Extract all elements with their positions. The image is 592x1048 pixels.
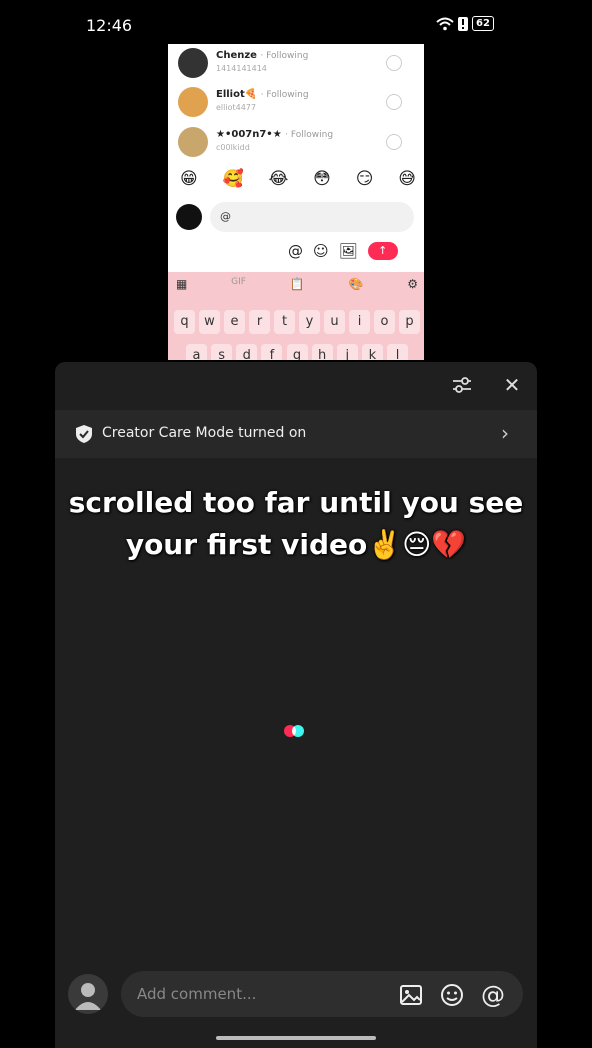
key: p <box>399 310 420 334</box>
list-item: ★•007n7•★ · Following c00lkidd <box>178 127 418 161</box>
chevron-right-icon: › <box>501 421 509 445</box>
image-icon: 🖼 <box>338 242 358 260</box>
emoji-item: 😳 <box>313 169 331 189</box>
creator-care-label: Creator Care Mode turned on <box>102 425 307 441</box>
clipboard-icon: 📋 <box>289 277 305 291</box>
creator-care-banner[interactable]: Creator Care Mode turned on › <box>55 410 537 458</box>
settings-icon: ⚙ <box>407 277 418 291</box>
emoji-item: 😂 <box>268 169 289 189</box>
key: g <box>286 344 308 360</box>
sheet-header: ✕ <box>55 362 537 410</box>
select-radio <box>386 55 402 71</box>
user-status: · Following <box>260 51 309 61</box>
avatar <box>178 127 208 157</box>
send-icon: ↑ <box>367 242 398 260</box>
list-item: Chenze · Following 1414141414 <box>178 48 418 82</box>
avatar <box>176 204 202 230</box>
comments-sheet: ✕ Creator Care Mode turned on › scrolled… <box>55 362 537 1048</box>
keyboard-row: q w e r t y u i o p <box>174 310 420 334</box>
apps-icon: ▦ <box>176 277 188 291</box>
caption-line: scrolled too far until you see <box>68 486 524 519</box>
key: q <box>174 310 195 334</box>
avatar <box>178 48 208 78</box>
user-status: · Following <box>285 130 334 140</box>
user-handle: elliot4477 <box>216 103 256 112</box>
input-toolbar: @ ☺ 🖼 ↑ <box>288 242 398 260</box>
list-item: Elliot🍕 · Following elliot4477 <box>178 87 418 121</box>
user-silhouette-icon <box>75 983 101 1010</box>
keyboard: ▦ GIF 📋 🎨 ⚙ q w e r t y u i o p a s d f … <box>168 272 424 360</box>
select-radio <box>386 134 402 150</box>
key: l <box>387 344 408 360</box>
key: a <box>186 344 207 360</box>
comment-input-icons: @ <box>399 982 505 1008</box>
status-time: 12:46 <box>86 16 133 35</box>
user-name: Elliot🍕 <box>216 89 258 100</box>
key: h <box>311 344 333 360</box>
message-input: @ <box>210 202 414 232</box>
message-input-row: @ <box>176 202 416 232</box>
key: f <box>261 344 283 360</box>
wifi-icon <box>436 17 454 30</box>
key: e <box>224 310 245 334</box>
keyboard-toolbar: ▦ GIF 📋 🎨 ⚙ <box>176 277 418 291</box>
key: t <box>274 310 295 334</box>
filter-icon[interactable] <box>451 374 473 396</box>
background-screenshot: Chenze · Following 1414141414 Elliot🍕 · … <box>168 44 424 360</box>
user-name: ★•007n7•★ <box>216 129 282 140</box>
keyboard-row: a s d f g h j k l <box>186 344 408 360</box>
emoji-icon: ☺ <box>313 242 329 260</box>
select-radio <box>386 94 402 110</box>
avatar <box>68 974 108 1014</box>
key: j <box>336 344 358 360</box>
video-caption-overlay: scrolled too far until you see your firs… <box>55 482 537 566</box>
comment-bar: Add comment... @ <box>55 962 537 1032</box>
key: o <box>374 310 395 334</box>
key: u <box>324 310 345 334</box>
key: k <box>361 344 383 360</box>
battery-icon: 62 <box>472 16 494 31</box>
status-icons: 62 <box>436 16 494 31</box>
user-status: · Following <box>260 90 309 100</box>
key: d <box>236 344 258 360</box>
alert-icon <box>458 16 468 31</box>
user-name: Chenze <box>216 50 257 61</box>
image-icon[interactable] <box>399 983 423 1007</box>
close-icon[interactable]: ✕ <box>502 374 522 396</box>
emoji-item: 🥰 <box>222 169 244 189</box>
emoji-item: 😏 <box>355 169 374 189</box>
loading-spinner-icon <box>284 725 306 737</box>
comment-input[interactable]: Add comment... @ <box>121 971 523 1017</box>
key: y <box>299 310 320 334</box>
key: i <box>349 310 370 334</box>
emoji-item: 😅 <box>398 169 416 189</box>
user-handle: c00lkidd <box>216 143 250 152</box>
emoji-row: 😁 🥰 😂 😳 😏 😅 <box>180 169 416 189</box>
emoji-icon[interactable] <box>439 982 465 1008</box>
key: s <box>211 344 233 360</box>
key: w <box>199 310 220 334</box>
comment-placeholder: Add comment... <box>137 985 257 1003</box>
mention-icon: @ <box>288 242 303 260</box>
key: r <box>249 310 270 334</box>
avatar <box>178 87 208 117</box>
emoji-item: 😁 <box>180 169 198 189</box>
shield-icon <box>76 425 92 443</box>
caption-line: your first video✌️😔💔 <box>125 528 467 561</box>
palette-icon: 🎨 <box>348 277 364 291</box>
gif-icon: GIF <box>231 277 246 287</box>
mention-icon[interactable]: @ <box>481 983 505 1007</box>
user-handle: 1414141414 <box>216 64 267 73</box>
home-indicator[interactable] <box>216 1036 376 1040</box>
